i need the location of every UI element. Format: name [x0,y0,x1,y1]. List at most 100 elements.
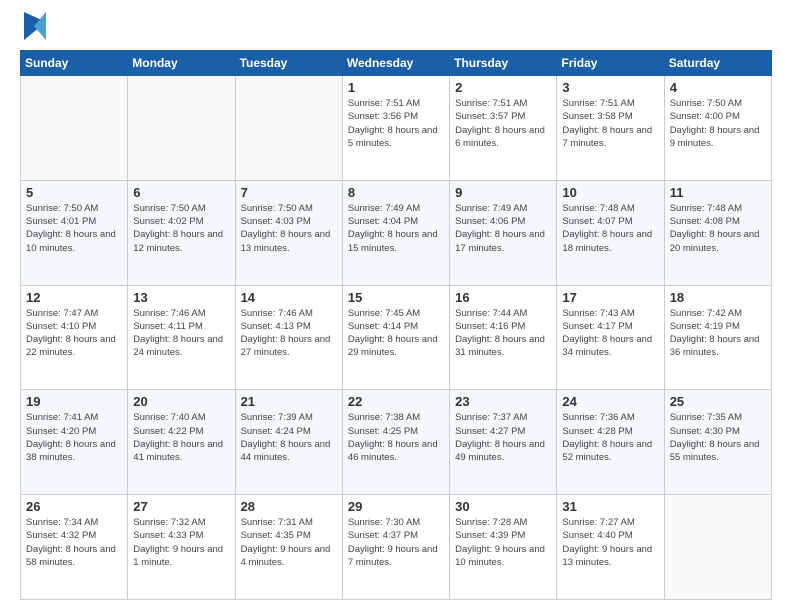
day-info: Sunrise: 7:35 AM Sunset: 4:30 PM Dayligh… [670,411,766,464]
calendar-cell [664,495,771,600]
day-number: 2 [455,80,551,95]
calendar-cell: 5 Sunrise: 7:50 AM Sunset: 4:01 PM Daylig… [21,180,128,285]
calendar-cell: 6 Sunrise: 7:50 AM Sunset: 4:02 PM Daylig… [128,180,235,285]
day-number: 22 [348,394,444,409]
calendar-cell: 23 Sunrise: 7:37 AM Sunset: 4:27 PM Dayli… [450,390,557,495]
logo-icon [24,12,46,40]
day-number: 20 [133,394,229,409]
day-number: 30 [455,499,551,514]
calendar-week-row: 19Sunrise: 7:41 AM Sunset: 4:20 PM Dayli… [21,390,772,495]
calendar-cell: 26 Sunrise: 7:34 AM Sunset: 4:32 PM Dayli… [21,495,128,600]
day-number: 31 [562,499,658,514]
calendar-cell: 29Sunrise: 7:30 AM Sunset: 4:37 PM Dayli… [342,495,449,600]
weekday-header: Wednesday [342,51,449,76]
day-number: 10 [562,185,658,200]
day-info: Sunrise: 7:49 AM Sunset: 4:04 PM Dayligh… [348,202,444,255]
calendar-body: 1 Sunrise: 7:51 AM Sunset: 3:56 PM Daylig… [21,76,772,600]
day-number: 9 [455,185,551,200]
calendar-cell: 7 Sunrise: 7:50 AM Sunset: 4:03 PM Daylig… [235,180,342,285]
day-number: 11 [670,185,766,200]
day-number: 7 [241,185,337,200]
day-number: 15 [348,290,444,305]
logo [20,16,46,40]
weekday-header: Tuesday [235,51,342,76]
calendar-cell: 28 Sunrise: 7:31 AM Sunset: 4:35 PM Dayli… [235,495,342,600]
day-number: 12 [26,290,122,305]
calendar-cell: 19Sunrise: 7:41 AM Sunset: 4:20 PM Dayli… [21,390,128,495]
day-info: Sunrise: 7:37 AM Sunset: 4:27 PM Dayligh… [455,411,551,464]
day-info: Sunrise: 7:49 AM Sunset: 4:06 PM Dayligh… [455,202,551,255]
calendar-cell: 3 Sunrise: 7:51 AM Sunset: 3:58 PM Daylig… [557,76,664,181]
day-number: 16 [455,290,551,305]
day-info: Sunrise: 7:47 AM Sunset: 4:10 PM Dayligh… [26,307,122,360]
calendar-week-row: 5 Sunrise: 7:50 AM Sunset: 4:01 PM Daylig… [21,180,772,285]
calendar-cell: 1 Sunrise: 7:51 AM Sunset: 3:56 PM Daylig… [342,76,449,181]
calendar-week-row: 1 Sunrise: 7:51 AM Sunset: 3:56 PM Daylig… [21,76,772,181]
day-info: Sunrise: 7:48 AM Sunset: 4:07 PM Dayligh… [562,202,658,255]
day-number: 26 [26,499,122,514]
day-info: Sunrise: 7:51 AM Sunset: 3:58 PM Dayligh… [562,97,658,150]
day-info: Sunrise: 7:51 AM Sunset: 3:56 PM Dayligh… [348,97,444,150]
day-info: Sunrise: 7:27 AM Sunset: 4:40 PM Dayligh… [562,516,658,569]
day-number: 17 [562,290,658,305]
day-number: 8 [348,185,444,200]
day-info: Sunrise: 7:34 AM Sunset: 4:32 PM Dayligh… [26,516,122,569]
weekday-header: Thursday [450,51,557,76]
day-info: Sunrise: 7:50 AM Sunset: 4:03 PM Dayligh… [241,202,337,255]
day-number: 4 [670,80,766,95]
day-info: Sunrise: 7:44 AM Sunset: 4:16 PM Dayligh… [455,307,551,360]
day-info: Sunrise: 7:39 AM Sunset: 4:24 PM Dayligh… [241,411,337,464]
calendar-week-row: 12 Sunrise: 7:47 AM Sunset: 4:10 PM Dayli… [21,285,772,390]
calendar-cell: 9 Sunrise: 7:49 AM Sunset: 4:06 PM Daylig… [450,180,557,285]
day-number: 3 [562,80,658,95]
calendar-cell: 25 Sunrise: 7:35 AM Sunset: 4:30 PM Dayli… [664,390,771,495]
calendar-cell: 30 Sunrise: 7:28 AM Sunset: 4:39 PM Dayli… [450,495,557,600]
day-info: Sunrise: 7:31 AM Sunset: 4:35 PM Dayligh… [241,516,337,569]
day-number: 27 [133,499,229,514]
day-info: Sunrise: 7:50 AM Sunset: 4:02 PM Dayligh… [133,202,229,255]
day-number: 13 [133,290,229,305]
calendar-cell: 24 Sunrise: 7:36 AM Sunset: 4:28 PM Dayli… [557,390,664,495]
calendar-cell: 31 Sunrise: 7:27 AM Sunset: 4:40 PM Dayli… [557,495,664,600]
calendar-cell [21,76,128,181]
calendar-cell: 8 Sunrise: 7:49 AM Sunset: 4:04 PM Daylig… [342,180,449,285]
weekday-header: Monday [128,51,235,76]
day-number: 18 [670,290,766,305]
calendar-cell: 16 Sunrise: 7:44 AM Sunset: 4:16 PM Dayli… [450,285,557,390]
day-info: Sunrise: 7:42 AM Sunset: 4:19 PM Dayligh… [670,307,766,360]
day-info: Sunrise: 7:51 AM Sunset: 3:57 PM Dayligh… [455,97,551,150]
day-number: 1 [348,80,444,95]
day-info: Sunrise: 7:50 AM Sunset: 4:00 PM Dayligh… [670,97,766,150]
day-info: Sunrise: 7:40 AM Sunset: 4:22 PM Dayligh… [133,411,229,464]
day-info: Sunrise: 7:45 AM Sunset: 4:14 PM Dayligh… [348,307,444,360]
day-number: 5 [26,185,122,200]
calendar-cell: 27Sunrise: 7:32 AM Sunset: 4:33 PM Dayli… [128,495,235,600]
day-number: 23 [455,394,551,409]
day-number: 25 [670,394,766,409]
calendar-cell: 22Sunrise: 7:38 AM Sunset: 4:25 PM Dayli… [342,390,449,495]
calendar-cell: 2 Sunrise: 7:51 AM Sunset: 3:57 PM Daylig… [450,76,557,181]
day-number: 6 [133,185,229,200]
day-number: 14 [241,290,337,305]
calendar-cell: 17Sunrise: 7:43 AM Sunset: 4:17 PM Dayli… [557,285,664,390]
calendar-cell: 4 Sunrise: 7:50 AM Sunset: 4:00 PM Daylig… [664,76,771,181]
day-info: Sunrise: 7:46 AM Sunset: 4:11 PM Dayligh… [133,307,229,360]
day-info: Sunrise: 7:46 AM Sunset: 4:13 PM Dayligh… [241,307,337,360]
calendar-week-row: 26 Sunrise: 7:34 AM Sunset: 4:32 PM Dayli… [21,495,772,600]
calendar-cell: 12 Sunrise: 7:47 AM Sunset: 4:10 PM Dayli… [21,285,128,390]
weekday-header: Saturday [664,51,771,76]
calendar-cell [128,76,235,181]
day-info: Sunrise: 7:36 AM Sunset: 4:28 PM Dayligh… [562,411,658,464]
day-info: Sunrise: 7:28 AM Sunset: 4:39 PM Dayligh… [455,516,551,569]
calendar-cell: 18 Sunrise: 7:42 AM Sunset: 4:19 PM Dayli… [664,285,771,390]
day-number: 21 [241,394,337,409]
day-number: 24 [562,394,658,409]
header [20,16,772,40]
page: SundayMondayTuesdayWednesdayThursdayFrid… [0,0,792,612]
day-info: Sunrise: 7:50 AM Sunset: 4:01 PM Dayligh… [26,202,122,255]
day-number: 28 [241,499,337,514]
calendar-header-row: SundayMondayTuesdayWednesdayThursdayFrid… [21,51,772,76]
weekday-header: Sunday [21,51,128,76]
calendar-cell: 14 Sunrise: 7:46 AM Sunset: 4:13 PM Dayli… [235,285,342,390]
calendar-cell [235,76,342,181]
